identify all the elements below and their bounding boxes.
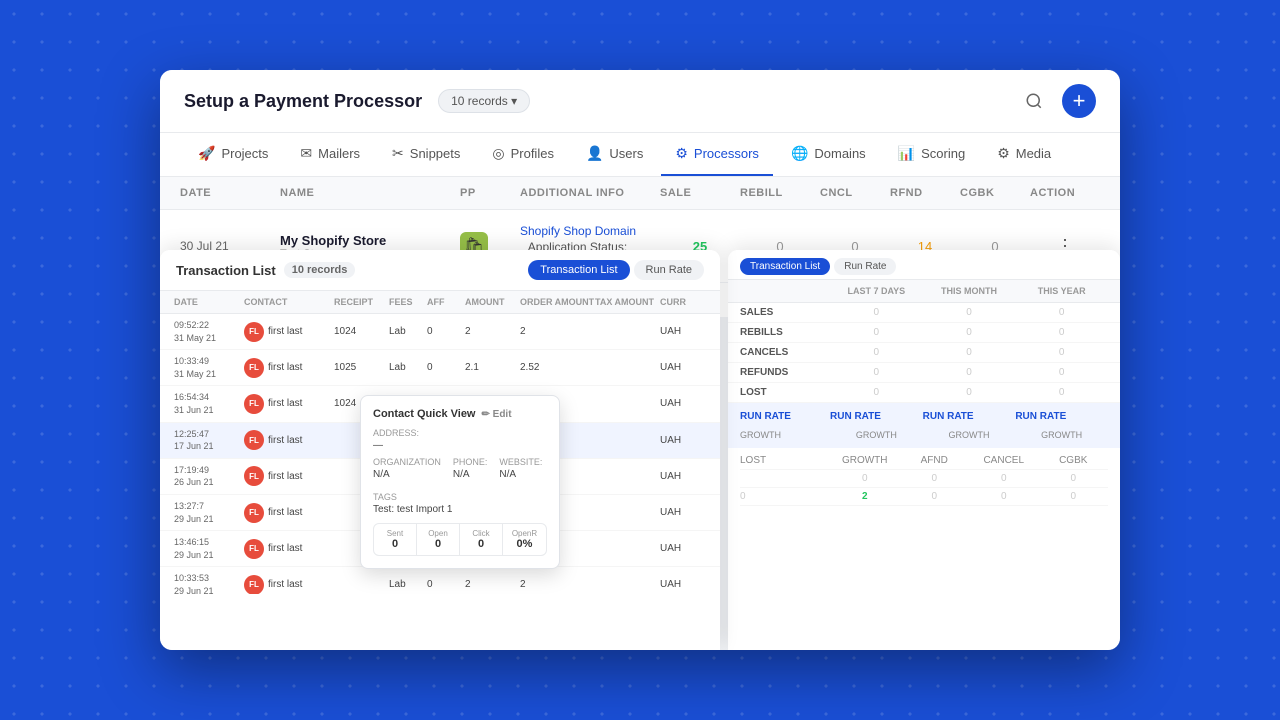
qv-address-field: Address: — [373, 428, 547, 451]
scoring-icon: 📊 [898, 145, 915, 162]
qv-title-text: Contact Quick View [373, 408, 476, 420]
header-right: + [1018, 84, 1096, 118]
list-item: 10:33:5329 Jun 21 FLfirst last Lab 0 2 2… [160, 567, 720, 594]
profiles-icon: ◎ [492, 145, 504, 162]
nav-tabs: 🚀 Projects ✉ Mailers ✂ Snippets ◎ Profil… [160, 133, 1120, 177]
col-name: NAME [280, 187, 460, 199]
tab-domains[interactable]: 🌐 Domains [777, 133, 880, 176]
col-cncl: CNCL [820, 187, 890, 199]
stats-transaction-tab[interactable]: Transaction List [740, 258, 830, 275]
add-button[interactable]: + [1062, 84, 1096, 118]
contact-avatar: FL [244, 322, 264, 342]
qv-stat-openr: OpenR 0% [503, 524, 546, 555]
stats-tabs: Transaction List Run Rate [728, 250, 1120, 280]
qv-website-field: Website: N/A [499, 457, 542, 480]
tab-users[interactable]: 👤 Users [572, 133, 657, 176]
transaction-title: Transaction List 10 records [176, 262, 355, 278]
records-badge[interactable]: 10 records ▾ [438, 89, 530, 113]
col-action: ACTION [1030, 187, 1100, 199]
stats-row-sales: SALES 0 0 0 [728, 303, 1120, 323]
qv-stats: Sent 0 Open 0 Click 0 OpenR [373, 523, 547, 556]
qv-stat-sent: Sent 0 [374, 524, 417, 555]
qv-stat-open: Open 0 [417, 524, 460, 555]
th-contact: CONTACT [244, 297, 334, 307]
col-info: ADDITIONAL INFO [520, 187, 660, 199]
contact-avatar: FL [244, 575, 264, 594]
th-fees: FEES [389, 297, 427, 307]
run-rate-section: RUN RATE RUN RATE RUN RATE RUN RATE GROW… [728, 403, 1120, 448]
users-icon: 👤 [586, 145, 603, 162]
tab-profiles[interactable]: ◎ Profiles [478, 133, 568, 176]
stats-row-refunds: REFUNDS 0 0 0 [728, 363, 1120, 383]
stats-row-cancels: CANCELS 0 0 0 [728, 343, 1120, 363]
quick-view-popup: Contact Quick View ✏ Edit Address: — Org… [360, 395, 560, 569]
stats-run-rate-tab[interactable]: Run Rate [834, 258, 896, 275]
page-title: Setup a Payment Processor [184, 91, 422, 112]
transaction-tab-buttons: Transaction List Run Rate [528, 260, 704, 280]
contact-avatar: FL [244, 394, 264, 414]
th-curr: CURR [660, 297, 715, 307]
contact-avatar: FL [244, 466, 264, 486]
qv-stat-click: Click 0 [460, 524, 503, 555]
col-rfnd: RFND [890, 187, 960, 199]
search-button[interactable] [1018, 85, 1050, 117]
qv-tags-field: Tags Test: test Import 1 [373, 492, 547, 515]
tab-mailers[interactable]: ✉ Mailers [286, 133, 374, 176]
list-item: 09:52:2231 May 21 FLfirst last 1024 Lab … [160, 314, 720, 350]
tab-media[interactable]: ⚙ Media [983, 133, 1065, 176]
col-date: DATE [180, 187, 280, 199]
th-aff: AFF [427, 297, 465, 307]
tab-projects[interactable]: 🚀 Projects [184, 133, 282, 176]
col-rebill: REBILL [740, 187, 820, 199]
header-left: Setup a Payment Processor 10 records ▾ [184, 89, 530, 113]
projects-icon: 🚀 [198, 145, 215, 162]
tab-scoring[interactable]: 📊 Scoring [884, 133, 980, 176]
transaction-panel: Transaction List 10 records Transaction … [160, 250, 720, 650]
transaction-records-badge[interactable]: 10 records [284, 262, 356, 278]
main-container: Setup a Payment Processor 10 records ▾ +… [160, 70, 1120, 650]
qv-phone-field: Phone: N/A [453, 457, 488, 480]
th-tax: TAX AMOUNT [595, 297, 660, 307]
domains-icon: 🌐 [791, 145, 808, 162]
tab-processors[interactable]: ⚙ Processors [661, 133, 773, 176]
th-amount: AMOUNT [465, 297, 520, 307]
overlay-panels: Transaction List 10 records Transaction … [160, 250, 1120, 650]
stats-row-lost: LOST 0 0 0 [728, 383, 1120, 403]
qv-edit-icon[interactable]: ✏ Edit [482, 409, 512, 420]
th-order-amount: ORDER AMOUNT [520, 297, 595, 307]
transaction-header: Transaction List 10 records Transaction … [160, 250, 720, 291]
col-pp: PP [460, 187, 520, 199]
th-receipt: RECEIPT [334, 297, 389, 307]
transaction-list-tab[interactable]: Transaction List [528, 260, 629, 280]
processors-icon: ⚙ [675, 145, 688, 162]
contact-avatar: FL [244, 430, 264, 450]
snippets-icon: ✂ [392, 145, 404, 162]
mailers-icon: ✉ [300, 145, 312, 162]
table-header: DATE NAME PP ADDITIONAL INFO SALE REBILL… [160, 177, 1120, 210]
content-area: DATE NAME PP ADDITIONAL INFO SALE REBILL… [160, 177, 1120, 650]
qv-org-phone-row: Organization N/A Phone: N/A Website: N/A [373, 457, 547, 486]
qv-org-field: Organization N/A [373, 457, 441, 480]
media-icon: ⚙ [997, 145, 1010, 162]
contact-avatar: FL [244, 539, 264, 559]
contact-avatar: FL [244, 358, 264, 378]
contact-avatar: FL [244, 503, 264, 523]
run-rate-tab[interactable]: Run Rate [634, 260, 704, 280]
stats-extra-rows: LOST GROWTH AFND CANCEL CGBK 0 0 0 0 [728, 448, 1120, 510]
list-item: 10:33:4931 May 21 FLfirst last 1025 Lab … [160, 350, 720, 386]
stats-row-rebills: REBILLS 0 0 0 [728, 323, 1120, 343]
col-sale: SALE [660, 187, 740, 199]
col-cgbk: CGBK [960, 187, 1030, 199]
stats-col-headers: LAST 7 DAYS THIS MONTH THIS YEAR [728, 280, 1120, 303]
header: Setup a Payment Processor 10 records ▾ + [160, 70, 1120, 133]
tab-snippets[interactable]: ✂ Snippets [378, 133, 474, 176]
th-date: DATE [174, 297, 244, 307]
stats-panel: Transaction List Run Rate LAST 7 DAYS TH… [728, 250, 1120, 650]
transaction-table-header: DATE CONTACT RECEIPT FEES AFF AMOUNT ORD… [160, 291, 720, 314]
